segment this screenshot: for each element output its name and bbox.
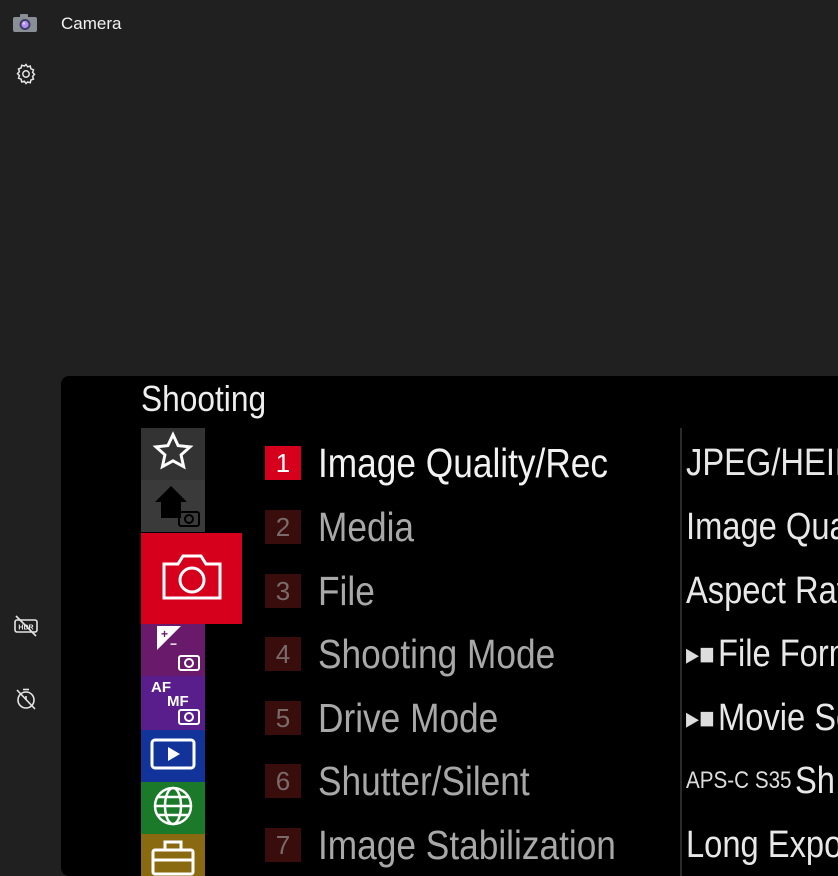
item-label: Media <box>318 504 414 551</box>
svg-text:−: − <box>170 637 177 651</box>
camera-icon <box>159 548 225 609</box>
item-number: 2 <box>265 510 301 544</box>
star-icon <box>151 430 195 479</box>
movie-marker-icon: ▸■ <box>686 701 715 736</box>
tab-playback <box>141 730 205 782</box>
settings-button[interactable] <box>12 62 40 90</box>
submenu-label: Movie Se <box>718 697 838 740</box>
tab-exposure: + − <box>141 624 205 676</box>
menu-item[interactable]: 1 Image Quality/Rec <box>265 433 685 493</box>
menu-title: Shooting <box>141 378 266 420</box>
af-mf-camera-icon: AF MF <box>145 674 201 733</box>
menu-item[interactable]: 2 Media <box>265 497 685 557</box>
title-bar: Camera <box>0 0 838 48</box>
app-title: Camera <box>61 14 121 34</box>
item-label: Shutter/Silent <box>318 758 530 805</box>
menu-item[interactable]: 3 File <box>265 561 685 621</box>
camera-preview[interactable]: Shooting + <box>61 376 838 876</box>
tab-shooting <box>141 533 242 624</box>
menu-item[interactable]: 4 Shooting Mode <box>265 624 685 684</box>
item-label: File <box>318 568 375 615</box>
item-number: 7 <box>265 828 301 862</box>
exposure-camera-icon: + − <box>145 622 201 679</box>
hdr-toggle-button[interactable]: HDR <box>12 614 40 642</box>
submenu-label: Long Expos <box>686 824 838 867</box>
tab-favorites <box>141 428 205 480</box>
submenu-item[interactable]: ▸■ File Form <box>686 624 838 684</box>
item-label: Drive Mode <box>318 695 498 742</box>
tab-main <box>141 480 205 532</box>
svg-text:+: + <box>161 627 168 641</box>
tab-focus: AF MF <box>141 676 205 730</box>
submenu-label: JPEG/HEIF <box>686 442 838 485</box>
item-number: 1 <box>265 446 301 480</box>
submenu-item[interactable]: APS-C S35 Sh <box>686 751 835 811</box>
timer-off-icon <box>14 687 38 716</box>
item-number: 3 <box>265 574 301 608</box>
home-camera-icon <box>145 478 201 535</box>
gear-icon <box>14 62 38 91</box>
item-label: Image Quality/Rec <box>318 440 608 487</box>
svg-text:MF: MF <box>167 693 189 710</box>
item-number: 6 <box>265 764 301 798</box>
submenu-label: File Form <box>718 633 838 676</box>
toolbox-icon <box>149 838 197 876</box>
tab-network <box>141 782 205 834</box>
item-number: 4 <box>265 637 301 671</box>
timer-button[interactable] <box>12 687 40 715</box>
movie-marker-icon: ▸■ <box>686 637 715 672</box>
menu-item[interactable]: 6 Shutter/Silent <box>265 751 685 811</box>
camera-app-icon <box>12 13 38 33</box>
hdr-off-icon: HDR <box>13 614 39 643</box>
submenu-item[interactable]: Image Qual <box>686 497 838 557</box>
submenu-item[interactable]: JPEG/HEIF <box>686 433 838 493</box>
globe-icon <box>151 784 195 833</box>
aps-c-s35-label: APS-C S35 <box>686 767 792 795</box>
tab-setup <box>141 834 205 876</box>
submenu-label: Sh <box>795 760 835 803</box>
item-label: Shooting Mode <box>318 631 555 678</box>
submenu-item[interactable]: ▸■ Movie Se <box>686 688 838 748</box>
item-number: 5 <box>265 701 301 735</box>
playback-icon <box>149 736 197 777</box>
submenu-label: Image Qual <box>686 506 838 549</box>
menu-item[interactable]: 5 Drive Mode <box>265 688 685 748</box>
menu-item[interactable]: 7 Image Stabilization <box>265 815 685 875</box>
item-label: Image Stabilization <box>318 822 616 869</box>
submenu-item[interactable]: Long Expos <box>686 815 838 875</box>
menu-divider <box>680 428 682 876</box>
submenu-item[interactable]: Aspect Rati <box>686 561 838 621</box>
submenu-label: Aspect Rati <box>686 570 838 613</box>
